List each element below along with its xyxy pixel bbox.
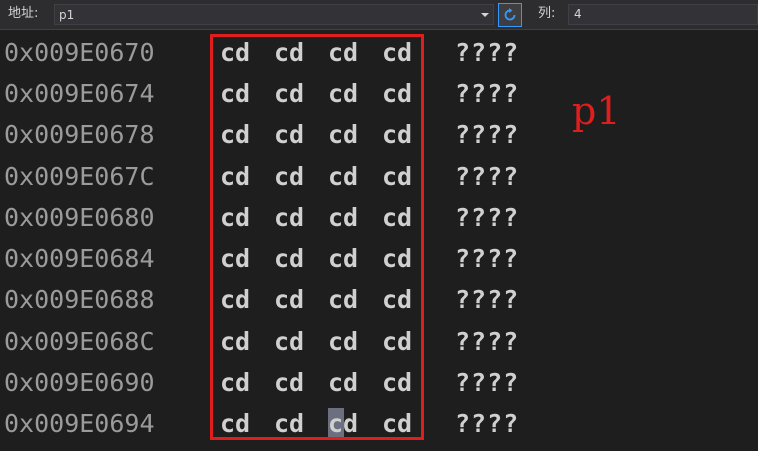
address-label: 地址: bbox=[8, 6, 39, 21]
row-address: 0x009E0674 bbox=[4, 79, 155, 108]
ascii-cell[interactable]: ???? bbox=[455, 326, 519, 358]
refresh-icon bbox=[504, 8, 516, 21]
annotation-label: p1 bbox=[572, 89, 621, 133]
row-address: 0x009E0678 bbox=[4, 120, 155, 149]
address-input[interactable] bbox=[55, 5, 475, 24]
row-address: 0x009E0690 bbox=[4, 368, 155, 397]
columns-value: 4 bbox=[574, 7, 582, 21]
ascii-cell[interactable]: ???? bbox=[455, 367, 519, 399]
ascii-cell[interactable]: ???? bbox=[455, 161, 519, 193]
ascii-cell[interactable]: ???? bbox=[455, 37, 519, 69]
ascii-cell[interactable]: ???? bbox=[455, 119, 519, 151]
ascii-cell[interactable]: ???? bbox=[455, 202, 519, 234]
ascii-cell[interactable]: ???? bbox=[455, 78, 519, 110]
row-address: 0x009E0694 bbox=[4, 409, 155, 438]
annotation-box bbox=[210, 34, 424, 440]
memory-toolbar: 地址: 列: 4 bbox=[0, 0, 758, 30]
address-combobox[interactable] bbox=[54, 4, 494, 25]
columns-combobox[interactable]: 4 bbox=[568, 4, 758, 25]
columns-label: 列: bbox=[538, 6, 556, 21]
ascii-cell[interactable]: ???? bbox=[455, 243, 519, 275]
ascii-cell[interactable]: ???? bbox=[455, 284, 519, 316]
row-address: 0x009E067C bbox=[4, 162, 155, 191]
row-address: 0x009E0684 bbox=[4, 244, 155, 273]
row-address: 0x009E0680 bbox=[4, 203, 155, 232]
row-address: 0x009E068C bbox=[4, 327, 155, 356]
ascii-cell[interactable]: ???? bbox=[455, 408, 519, 440]
refresh-button[interactable] bbox=[498, 3, 522, 27]
row-address: 0x009E0688 bbox=[4, 285, 155, 314]
row-address: 0x009E0670 bbox=[4, 38, 155, 67]
dropdown-arrow-icon[interactable] bbox=[481, 13, 489, 17]
